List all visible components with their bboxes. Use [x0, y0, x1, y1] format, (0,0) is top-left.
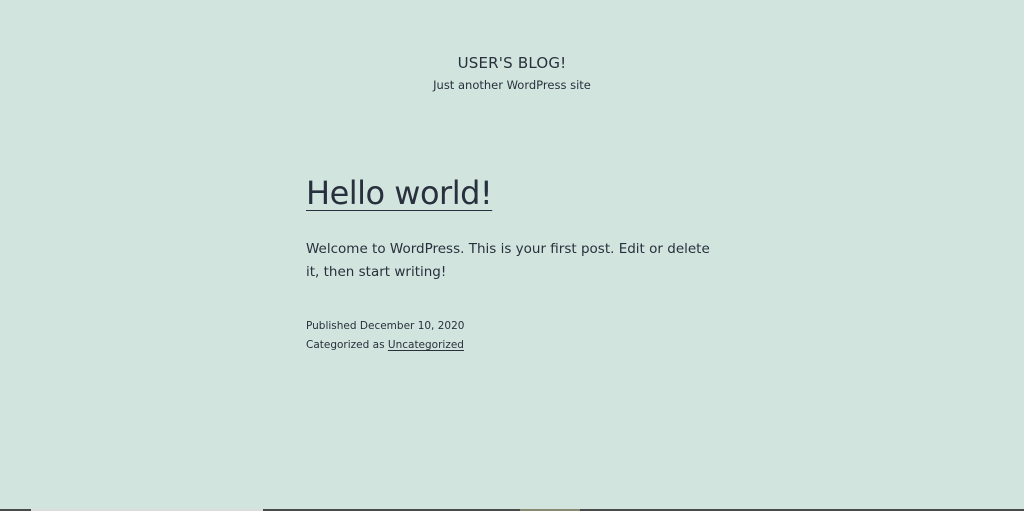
published-line: Published December 10, 2020 — [306, 317, 726, 336]
site-title-link[interactable]: USER'S BLOG! — [0, 53, 1024, 73]
post-meta: Published December 10, 2020 Categorized … — [306, 317, 726, 355]
site-description: Just another WordPress site — [433, 78, 591, 92]
categorized-line: Categorized as Uncategorized — [306, 336, 726, 355]
post-article: Hello world! Welcome to WordPress. This … — [306, 172, 726, 351]
category-link[interactable]: Uncategorized — [388, 339, 464, 351]
post-title-link[interactable]: Hello world! — [306, 172, 493, 214]
post-content: Welcome to WordPress. This is your first… — [306, 241, 710, 280]
published-date: December 10, 2020 — [359, 320, 465, 332]
categorized-label: Categorized as — [306, 339, 385, 351]
published-label: Published — [306, 320, 357, 332]
